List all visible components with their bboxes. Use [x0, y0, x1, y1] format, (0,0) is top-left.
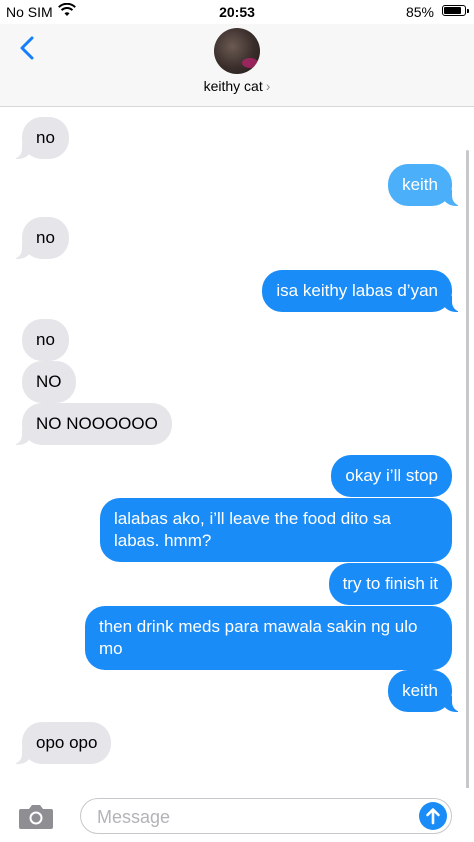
contact-avatar[interactable] — [214, 28, 260, 74]
outgoing-message[interactable]: isa keithy labas d’yan — [262, 270, 462, 312]
incoming-message[interactable]: NO NOOOOOO — [12, 403, 172, 445]
incoming-message[interactable]: opo opo — [11, 722, 112, 764]
message-input[interactable] — [95, 805, 419, 829]
battery-icon — [442, 5, 469, 16]
message-text: no — [36, 228, 55, 247]
outgoing-message[interactable]: try to finish it — [328, 563, 452, 605]
message-text: keith — [402, 175, 438, 194]
clock: 20:53 — [219, 4, 255, 20]
incoming-message[interactable]: no — [22, 319, 69, 361]
message-text: okay i’ll stop — [345, 466, 438, 485]
incoming-message[interactable]: NO — [22, 361, 76, 403]
message-field[interactable] — [80, 798, 452, 834]
message-text: no — [36, 128, 55, 147]
message-text: opo opo — [36, 733, 98, 752]
outgoing-message[interactable]: keith — [388, 164, 462, 206]
conversation-header: keithy cat › — [0, 24, 474, 107]
camera-icon[interactable] — [18, 802, 54, 830]
arrow-up-icon — [426, 808, 440, 825]
chevron-right-icon: › — [265, 78, 271, 94]
outgoing-message[interactable]: then drink meds para mawala sakin ng ulo… — [85, 606, 452, 670]
message-text: then drink meds para mawala sakin ng ulo… — [99, 617, 418, 658]
incoming-message[interactable]: no — [12, 117, 69, 159]
outgoing-message[interactable]: keith — [388, 670, 462, 712]
message-text: NO NOOOOOO — [36, 414, 158, 433]
send-button[interactable] — [419, 802, 447, 830]
message-text: try to finish it — [342, 574, 438, 593]
message-text: lalabas ako, i’ll leave the food dito sa… — [114, 509, 391, 550]
status-bar: No SIM 20:53 85% — [0, 0, 474, 24]
scrollbar[interactable] — [466, 150, 469, 790]
outgoing-message[interactable]: okay i’ll stop — [331, 455, 452, 497]
message-text: isa keithy labas d’yan — [276, 281, 438, 300]
message-text: NO — [36, 372, 62, 391]
contact-name: keithy cat — [203, 78, 263, 94]
compose-bar — [0, 788, 474, 842]
outgoing-message[interactable]: lalabas ako, i’ll leave the food dito sa… — [100, 498, 452, 562]
contact-name-button[interactable]: keithy cat › — [0, 78, 474, 94]
battery-percent: 85% — [405, 4, 434, 20]
message-list[interactable]: no keith no isa keithy labas d’yan no NO… — [0, 107, 474, 787]
incoming-message[interactable]: no — [12, 217, 69, 259]
message-text: no — [36, 330, 55, 349]
message-text: keith — [402, 681, 438, 700]
back-chevron-icon[interactable] — [14, 34, 42, 62]
